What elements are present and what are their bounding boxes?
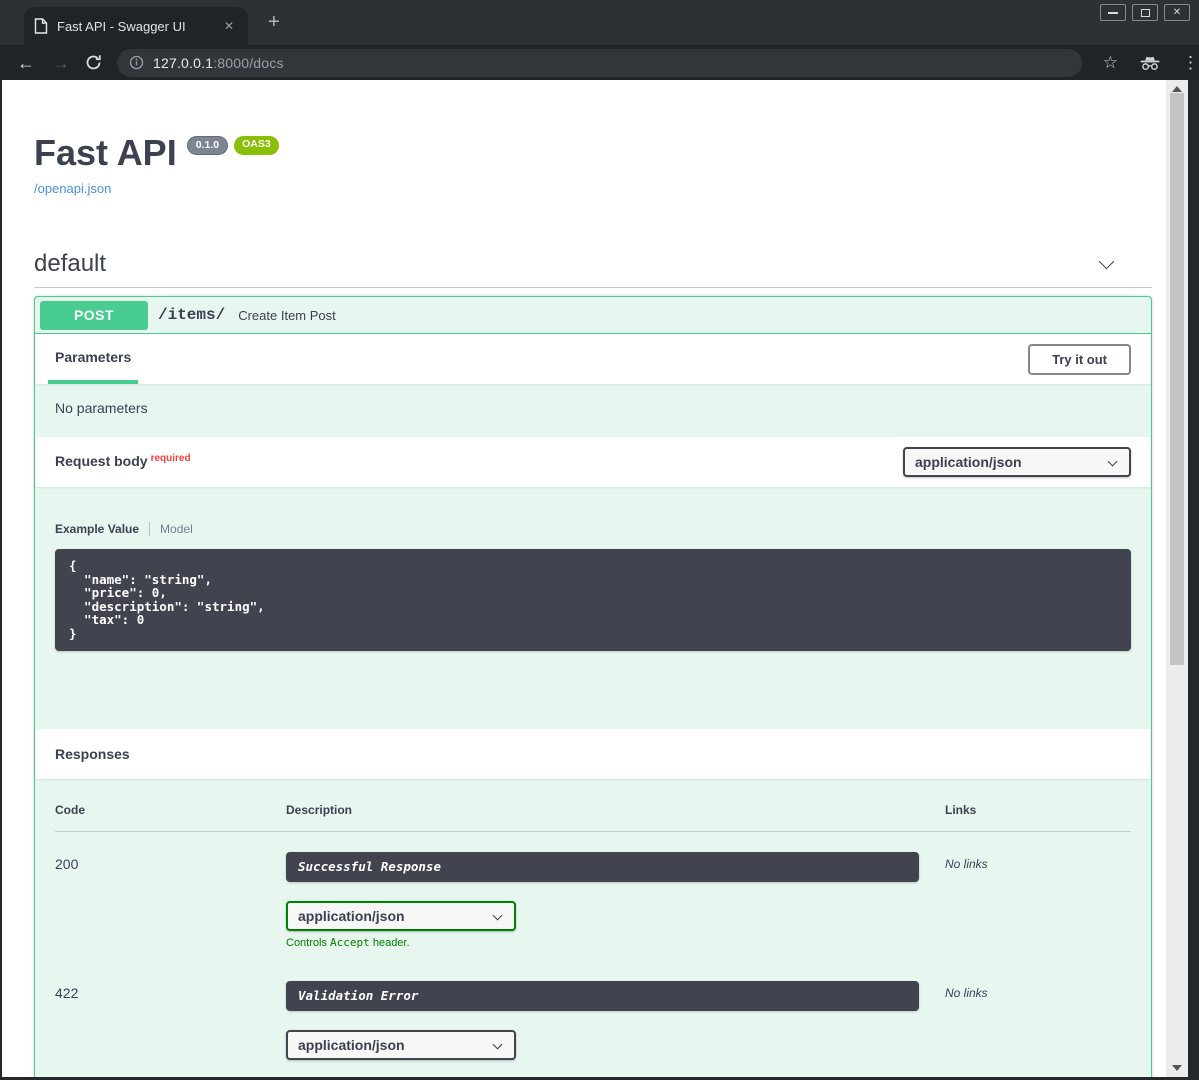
page-scrollbar[interactable] <box>1166 80 1188 1077</box>
tab-model[interactable]: Model <box>160 522 193 536</box>
select-chevron-icon <box>493 1039 503 1049</box>
titlebar: Fast API - Swagger UI ✕ + ✕ <box>0 0 1199 45</box>
oas3-badge: OAS3 <box>234 136 279 155</box>
tab-divider <box>149 522 150 536</box>
response-links: No links <box>945 981 1131 1077</box>
response-200-media-type-value: application/json <box>298 908 405 924</box>
new-tab-button[interactable]: + <box>262 11 286 34</box>
tag-divider <box>34 287 1152 288</box>
chevron-down-icon[interactable] <box>1099 253 1115 269</box>
response-200-media-type-select[interactable]: application/json <box>286 901 516 931</box>
incognito-icon[interactable] <box>1139 55 1161 71</box>
request-body-media-type-value: application/json <box>915 454 1022 470</box>
openapi-spec-link[interactable]: /openapi.json <box>34 181 111 196</box>
request-body-header: Request bodyrequired application/json <box>35 437 1151 487</box>
response-row-200: 200 Successful Response application/json… <box>55 832 1131 949</box>
url-text: 127.0.0.1:8000/docs <box>153 55 284 71</box>
select-chevron-icon <box>493 910 503 920</box>
request-body-media-type-select[interactable]: application/json <box>903 447 1131 477</box>
forward-button[interactable]: → <box>52 54 70 72</box>
column-links: Links <box>945 803 1131 817</box>
response-description: Successful Response <box>286 852 919 882</box>
address-bar[interactable]: 127.0.0.1:8000/docs <box>117 49 1082 77</box>
response-code: 200 <box>55 852 286 949</box>
page-favicon-icon <box>34 18 48 34</box>
tag-name: default <box>34 250 106 278</box>
responses-header: Responses <box>35 729 1151 779</box>
version-badge: 0.1.0 <box>187 136 228 155</box>
window-controls: ✕ <box>1100 4 1190 21</box>
scroll-up-arrow[interactable] <box>1172 86 1182 92</box>
operation-summary-text: Create Item Post <box>238 308 336 323</box>
response-code: 422 <box>55 981 286 1077</box>
required-label: required <box>151 453 191 464</box>
reload-button[interactable] <box>85 54 102 71</box>
response-422-media-type-value: application/json <box>298 1037 405 1053</box>
tab-example-value[interactable]: Example Value <box>55 522 139 536</box>
close-icon: ✕ <box>1173 7 1181 18</box>
tag-default-row[interactable]: default <box>34 244 1152 284</box>
back-button[interactable]: ← <box>17 54 35 72</box>
no-parameters-text: No parameters <box>35 384 1151 437</box>
minimize-icon <box>1108 12 1118 14</box>
maximize-button[interactable] <box>1132 4 1158 21</box>
minimize-button[interactable] <box>1100 4 1126 21</box>
badges: 0.1.0 OAS3 <box>187 136 279 155</box>
parameters-header: Parameters Try it out <box>35 334 1151 384</box>
opblock-post-items: POST /items/ Create Item Post Parameters… <box>34 296 1152 1077</box>
page-title: Fast API <box>34 133 177 173</box>
scrollbar-thumb[interactable] <box>1170 93 1184 665</box>
response-row-422: 422 Validation Error application/json Ex… <box>55 961 1131 1077</box>
column-code: Code <box>55 803 286 817</box>
browser-toolbar: ← → 127.0.0.1:8000/docs ☆ ⋮ <box>0 45 1199 80</box>
responses-label: Responses <box>55 746 130 762</box>
request-body-label: Request body <box>55 453 148 469</box>
tab-close-icon[interactable]: ✕ <box>220 17 238 35</box>
select-chevron-icon <box>1108 457 1118 467</box>
operation-summary[interactable]: POST /items/ Create Item Post <box>35 297 1151 334</box>
bookmark-star-icon[interactable]: ☆ <box>1103 53 1118 73</box>
api-info: Fast API 0.1.0 OAS3 <box>34 133 1152 173</box>
parameters-label: Parameters <box>55 349 131 365</box>
url-path: :8000/docs <box>213 55 284 71</box>
close-button[interactable]: ✕ <box>1164 4 1190 21</box>
example-model-tabs: Example Value Model <box>55 522 1131 536</box>
operation-path: /items/ <box>158 306 225 324</box>
page-content: Fast API 0.1.0 OAS3 /openapi.json defaul… <box>2 80 1166 1077</box>
url-host: 127.0.0.1 <box>153 55 213 71</box>
site-info-icon[interactable] <box>129 55 144 70</box>
response-links: No links <box>945 852 1131 949</box>
maximize-icon <box>1141 9 1150 17</box>
tab-title: Fast API - Swagger UI <box>57 19 220 34</box>
accept-header-note: Controls Accept header. <box>286 936 945 949</box>
try-it-out-button[interactable]: Try it out <box>1028 344 1131 375</box>
browser-menu-icon[interactable]: ⋮ <box>1182 53 1199 73</box>
request-example-code: { "name": "string", "price": 0, "descrip… <box>55 549 1131 651</box>
response-422-media-type-select[interactable]: application/json <box>286 1030 516 1060</box>
method-badge: POST <box>40 301 148 330</box>
column-description: Description <box>286 803 945 817</box>
browser-tab[interactable]: Fast API - Swagger UI ✕ <box>24 7 248 45</box>
scroll-down-arrow[interactable] <box>1172 1065 1182 1071</box>
responses-table-header: Code Description Links <box>55 803 1131 832</box>
tab-parameters[interactable]: Parameters <box>48 334 138 384</box>
response-description: Validation Error <box>286 981 919 1011</box>
